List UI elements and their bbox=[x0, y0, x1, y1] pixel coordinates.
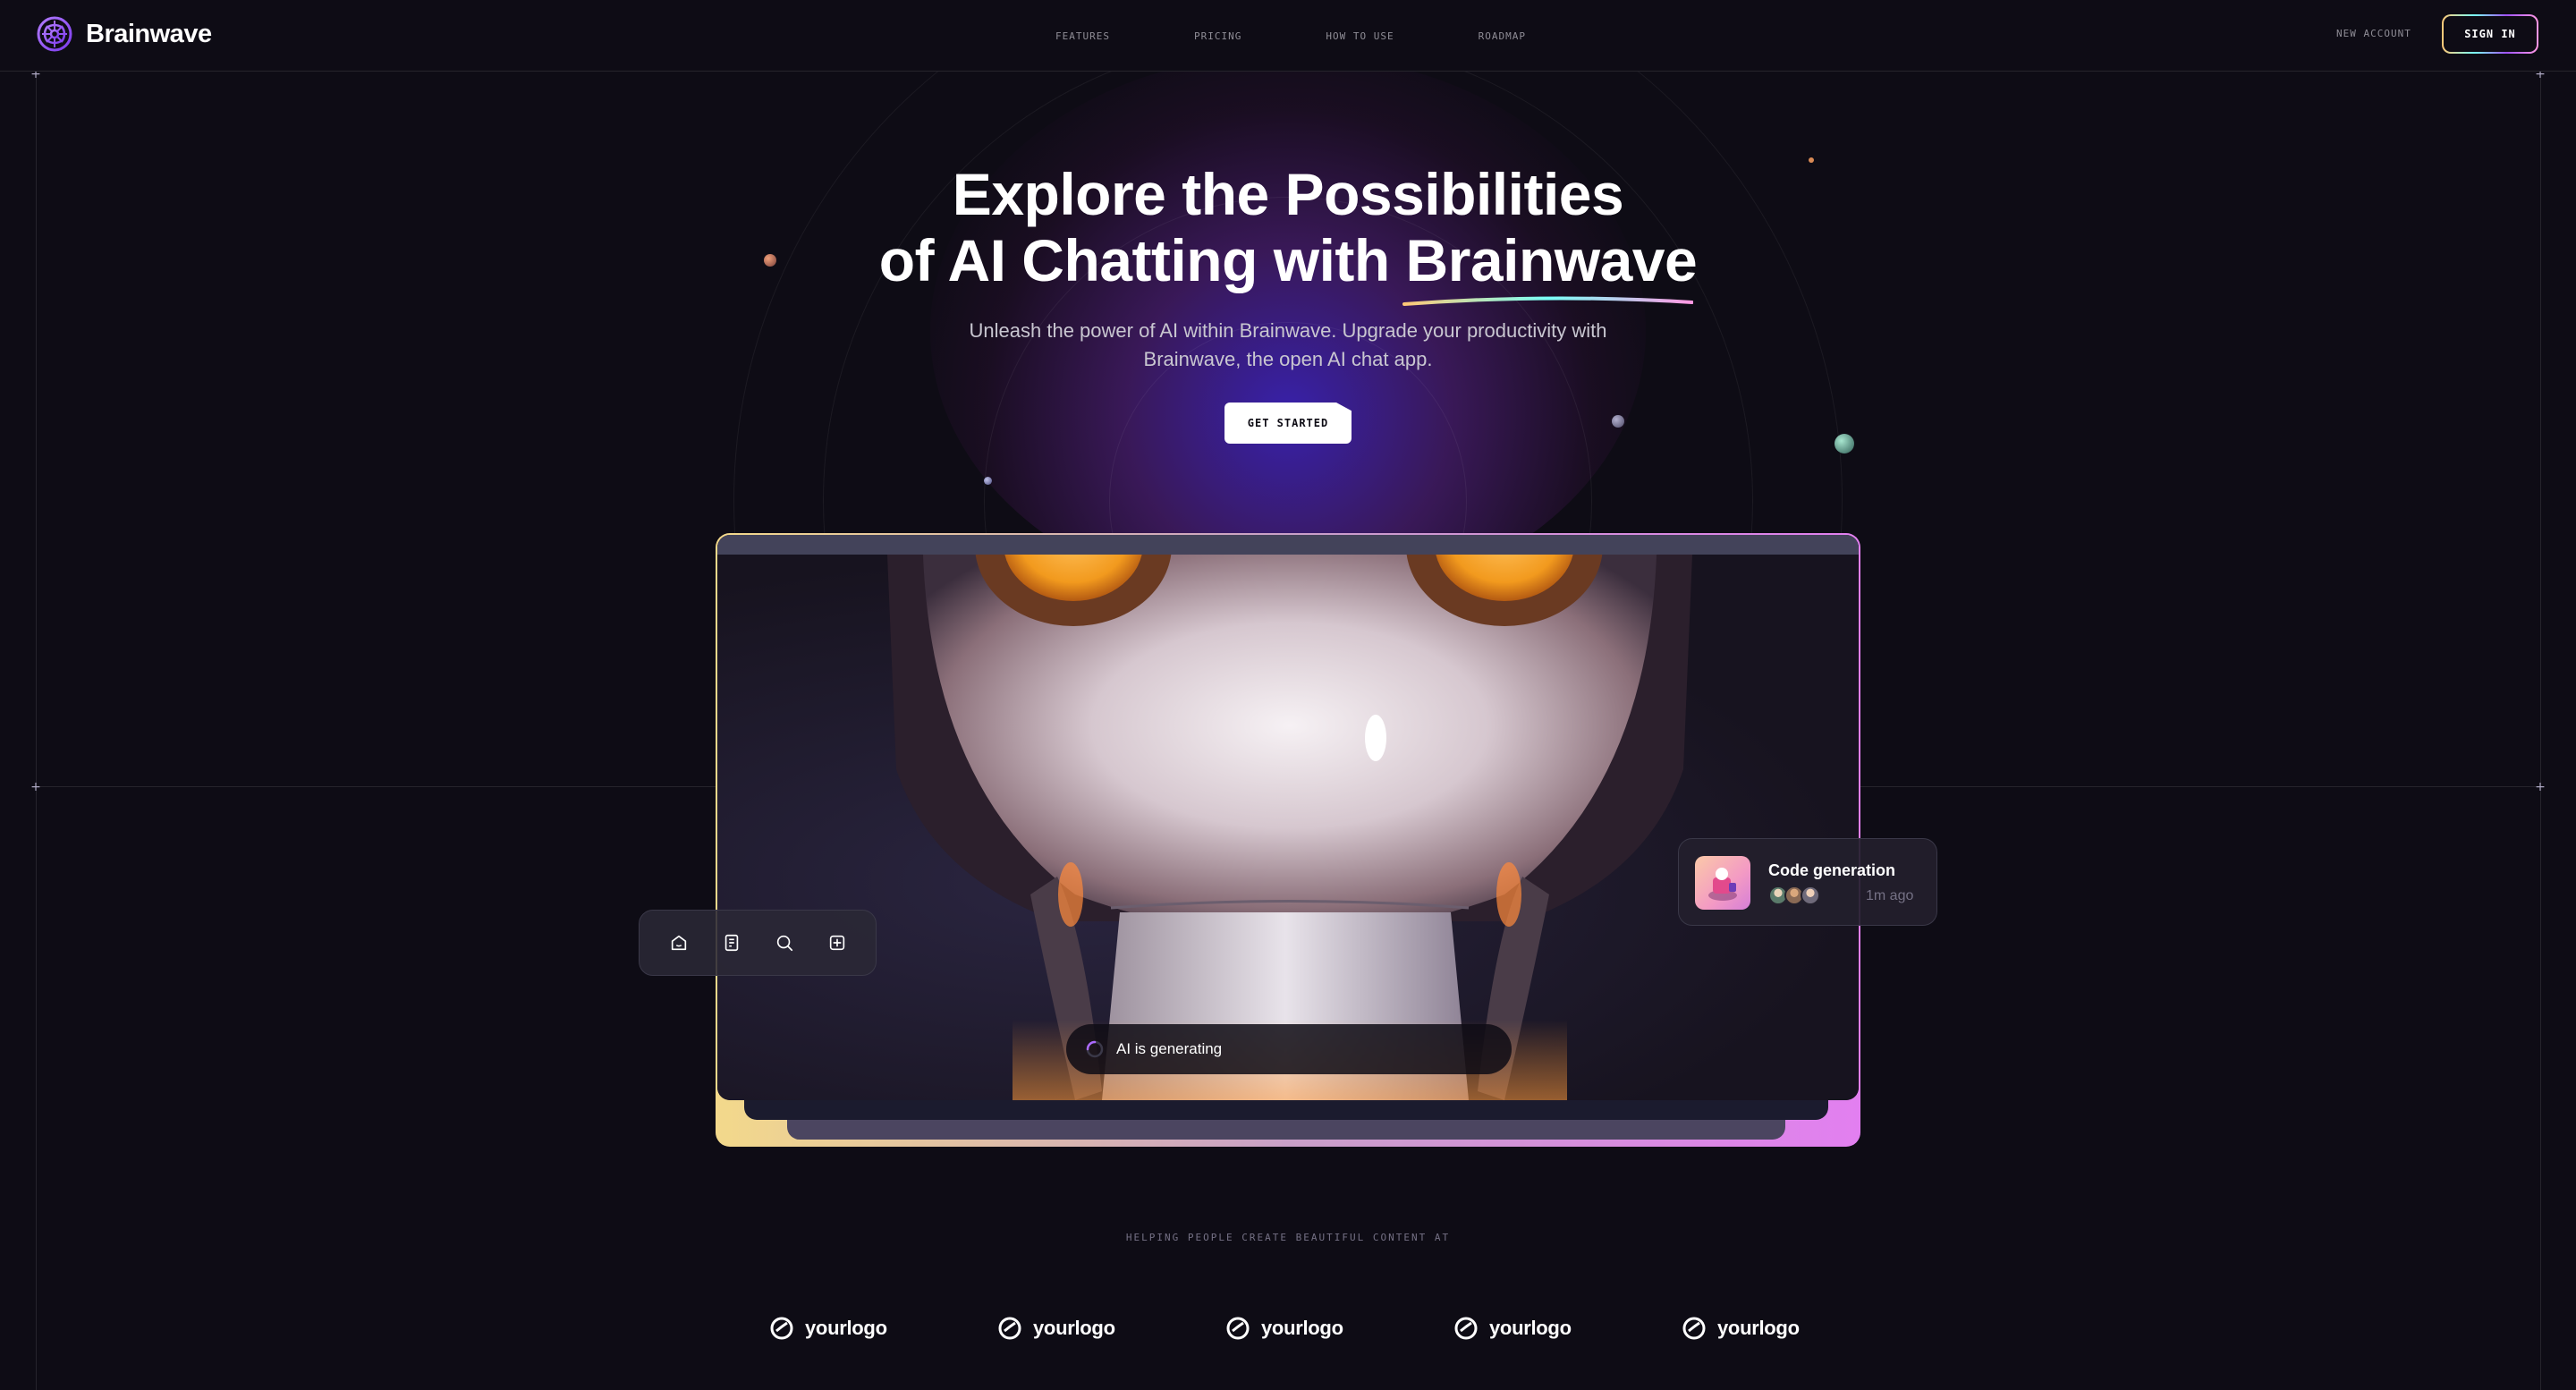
notification-title: Code generation bbox=[1768, 861, 1896, 879]
company-logo-icon bbox=[770, 1317, 793, 1340]
companies-heading: HELPING PEOPLE CREATE BEAUTIFUL CONTENT … bbox=[1125, 1232, 1451, 1243]
company-logo[interactable]: yourlogo bbox=[1453, 1312, 1579, 1344]
hero-title-highlight: Brainwave bbox=[1402, 227, 1698, 306]
nav-item-features[interactable]: FEATURES bbox=[1055, 30, 1110, 42]
search-icon[interactable] bbox=[772, 930, 797, 955]
company-logo[interactable]: yourlogo bbox=[997, 1312, 1123, 1344]
floating-toolbar bbox=[639, 910, 877, 976]
company-logo-text: yourlogo bbox=[1033, 1317, 1115, 1339]
company-logo-icon bbox=[998, 1317, 1021, 1340]
hero-title: Explore the Possibilities of AI Chatting… bbox=[751, 161, 1825, 306]
stack-layer bbox=[787, 1120, 1785, 1140]
stack-layer bbox=[744, 1100, 1828, 1120]
plus-icon: + bbox=[2535, 780, 2546, 794]
hero-title-line1: Explore the Possibilities bbox=[952, 161, 1624, 227]
avatar-group bbox=[1768, 886, 1820, 905]
add-icon[interactable] bbox=[825, 930, 850, 955]
nav-item-how-to-use[interactable]: HOW TO USE bbox=[1326, 30, 1394, 42]
get-started-button[interactable]: GET STARTED bbox=[1224, 403, 1352, 444]
notification-card[interactable]: Code generation 1m ago bbox=[1678, 838, 1937, 926]
notification-thumbnail bbox=[1695, 856, 1750, 910]
hero-highlight-text: Brainwave bbox=[1405, 227, 1698, 293]
company-logo-text: yourlogo bbox=[1717, 1317, 1800, 1339]
brand-logo[interactable]: Brainwave bbox=[36, 15, 212, 53]
avatar bbox=[1801, 886, 1820, 905]
document-icon[interactable] bbox=[719, 930, 744, 955]
site-header: Brainwave FEATURES PRICING HOW TO USE RO… bbox=[0, 0, 2576, 72]
brand-name: Brainwave bbox=[86, 19, 212, 48]
preview-window: AI is generating bbox=[717, 535, 1859, 1100]
home-icon[interactable] bbox=[666, 930, 691, 955]
company-logo[interactable]: yourlogo bbox=[769, 1312, 894, 1344]
company-logo[interactable]: yourlogo bbox=[1682, 1312, 1807, 1344]
company-logo-text: yourlogo bbox=[1261, 1317, 1343, 1339]
company-logo-icon bbox=[1454, 1317, 1478, 1340]
new-account-link[interactable]: NEW ACCOUNT bbox=[2336, 28, 2411, 39]
decorative-orb bbox=[1612, 415, 1624, 428]
company-logo-icon bbox=[1682, 1317, 1706, 1340]
company-logos: yourlogo yourlogo yourlogo yourlogo your… bbox=[769, 1312, 1807, 1344]
decorative-orb bbox=[1835, 434, 1854, 453]
hero-title-line2: of AI Chatting with bbox=[878, 227, 1406, 293]
decorative-orb bbox=[984, 477, 992, 485]
grid-line-right bbox=[2540, 72, 2541, 1390]
grid-line-left bbox=[36, 72, 37, 1390]
company-logo-icon bbox=[1226, 1317, 1250, 1340]
sign-in-button[interactable]: SIGN IN bbox=[2442, 14, 2538, 54]
ai-status-pill: AI is generating bbox=[1066, 1024, 1512, 1074]
robot-image bbox=[717, 535, 1859, 1100]
notification-time: 1m ago bbox=[1866, 888, 1914, 903]
brain-icon bbox=[37, 16, 72, 52]
company-logo[interactable]: yourlogo bbox=[1225, 1312, 1351, 1344]
ai-status-text: AI is generating bbox=[1116, 1040, 1223, 1057]
main-nav: FEATURES PRICING HOW TO USE ROADMAP bbox=[1055, 0, 1526, 72]
plus-icon: + bbox=[30, 780, 41, 794]
curve-underline bbox=[1402, 296, 1694, 306]
loading-icon bbox=[1086, 1040, 1104, 1058]
nav-item-roadmap[interactable]: ROADMAP bbox=[1479, 30, 1526, 42]
nav-item-pricing[interactable]: PRICING bbox=[1194, 30, 1241, 42]
company-logo-text: yourlogo bbox=[805, 1317, 887, 1339]
robot-illustration bbox=[887, 535, 1692, 1100]
company-logo-text: yourlogo bbox=[1489, 1317, 1572, 1339]
window-top-bar bbox=[717, 535, 1859, 555]
hero-subtitle: Unleash the power of AI within Brainwave… bbox=[969, 319, 1607, 370]
